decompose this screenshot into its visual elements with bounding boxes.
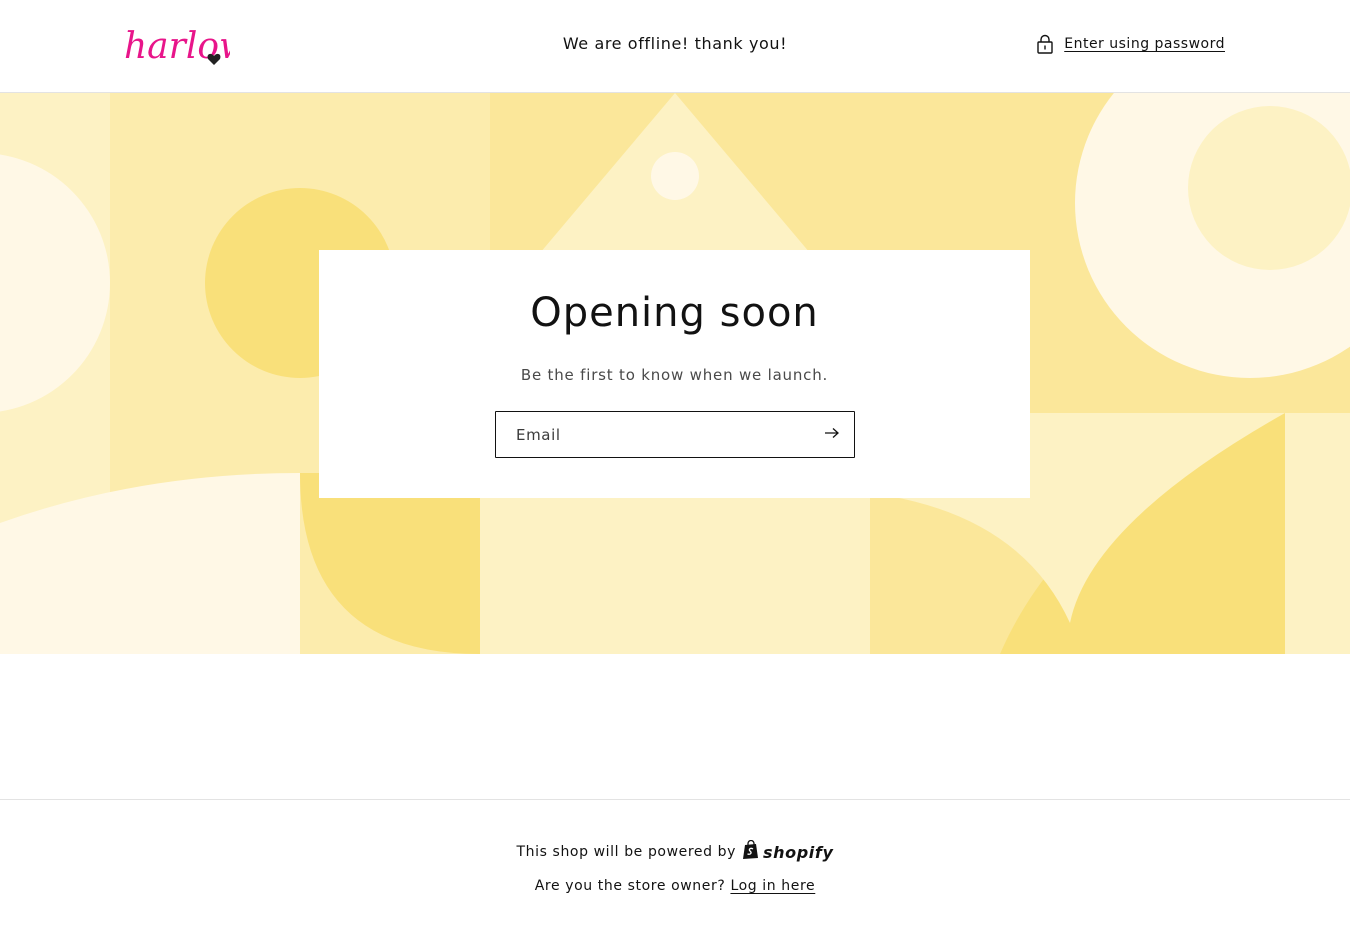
- powered-by-text: This shop will be powered by: [516, 844, 737, 860]
- store-owner-question: Are you the store owner?: [534, 878, 726, 894]
- email-field: [495, 411, 855, 458]
- enter-password-label[interactable]: Enter using password: [1064, 36, 1225, 52]
- powered-by-line: This shop will be powered by shopify: [0, 839, 1350, 864]
- opening-soon-card: Opening soon Be the first to know when w…: [319, 250, 1030, 498]
- shopify-logo[interactable]: shopify: [742, 839, 834, 864]
- email-input[interactable]: [496, 412, 816, 457]
- site-header: harlow We are offline! thank you! Enter …: [0, 0, 1350, 93]
- arrow-right-icon: [824, 427, 840, 442]
- lock-icon: [1036, 34, 1054, 54]
- shopify-wordmark: shopify: [763, 842, 834, 862]
- launch-subtitle: Be the first to know when we launch.: [520, 366, 829, 384]
- enter-password-link[interactable]: Enter using password: [1036, 34, 1225, 54]
- footer-divider: [0, 799, 1350, 800]
- subscribe-submit-button[interactable]: [810, 412, 854, 457]
- store-owner-line: Are you the store owner? Log in here: [0, 878, 1350, 894]
- login-link[interactable]: Log in here: [730, 878, 815, 894]
- page-title: Opening soon: [530, 290, 819, 336]
- shopify-bag-icon: [742, 839, 760, 864]
